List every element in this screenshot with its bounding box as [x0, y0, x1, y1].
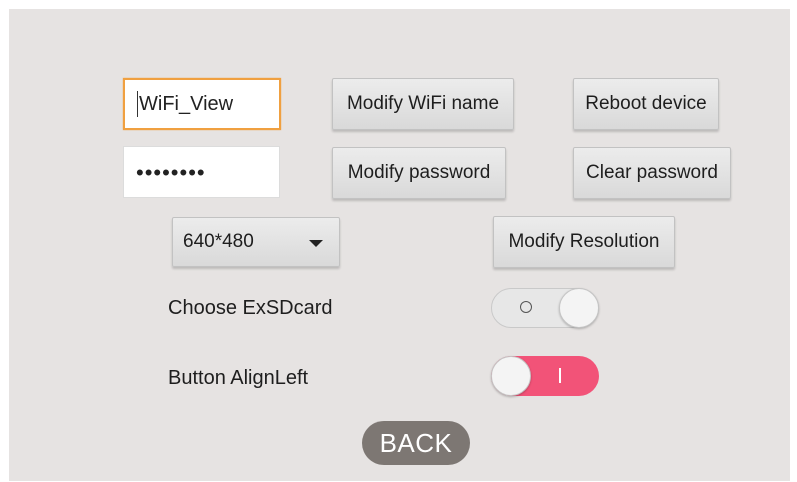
password-input[interactable]: •••••••• — [123, 146, 280, 198]
text-cursor — [137, 91, 138, 117]
clear-password-button[interactable]: Clear password — [573, 147, 731, 199]
password-value: •••••••• — [136, 160, 206, 185]
exsdcard-toggle[interactable] — [491, 288, 599, 328]
toggle-knob — [491, 356, 531, 396]
resolution-select[interactable]: 640*480 — [172, 217, 340, 267]
align-left-label: Button AlignLeft — [168, 367, 309, 389]
modify-resolution-button[interactable]: Modify Resolution — [493, 216, 675, 268]
resolution-selected: 640*480 — [183, 231, 254, 252]
back-button[interactable]: BACK — [362, 421, 470, 465]
modify-wifi-name-button[interactable]: Modify WiFi name — [332, 78, 514, 130]
toggle-knob — [559, 288, 599, 328]
dropdown-arrow-icon — [309, 240, 323, 247]
off-circle-icon — [520, 301, 532, 313]
exsdcard-label: Choose ExSDcard — [168, 297, 333, 319]
reboot-device-button[interactable]: Reboot device — [573, 78, 719, 130]
align-left-toggle[interactable] — [491, 356, 599, 396]
wifi-name-input[interactable]: WiFi_View — [123, 78, 281, 130]
wifi-name-value: WiFi_View — [139, 92, 234, 115]
on-bar-icon — [559, 368, 561, 383]
modify-password-button[interactable]: Modify password — [332, 147, 506, 199]
settings-screen: WiFi_View Modify WiFi name Reboot device… — [9, 9, 790, 481]
